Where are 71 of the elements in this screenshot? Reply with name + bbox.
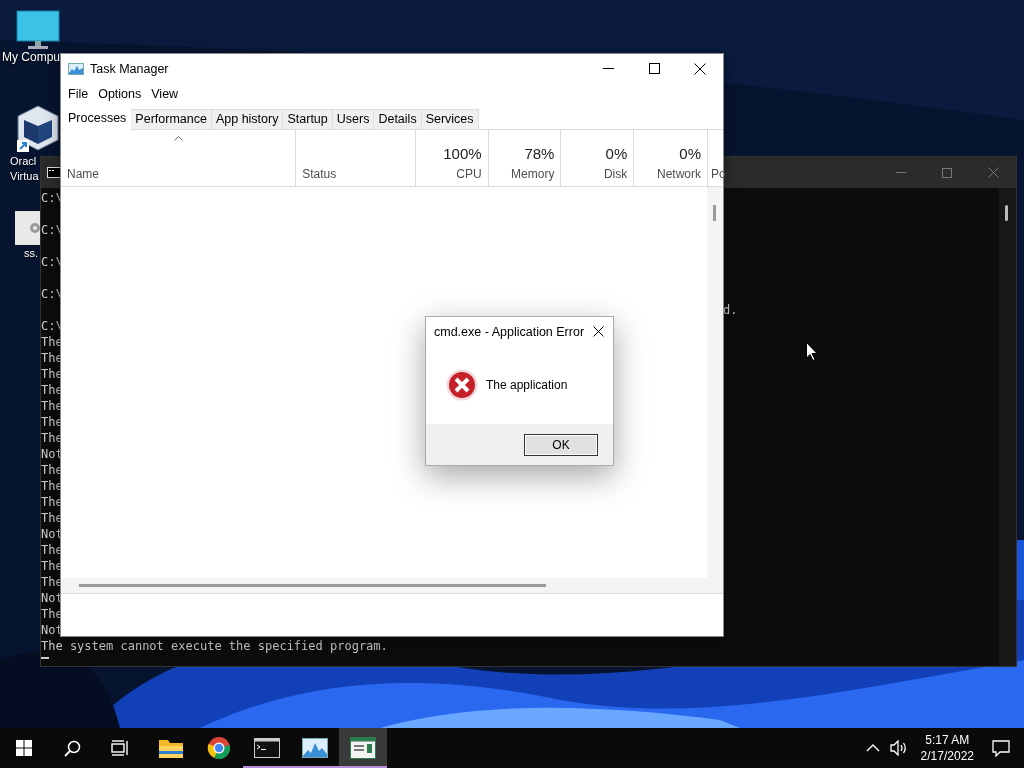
time-text: 5:17 AM [925, 732, 970, 748]
dialog-title: cmd.exe - Application Error [434, 324, 585, 339]
clock[interactable]: 5:17 AM 2/17/2022 [912, 732, 982, 764]
usage-percent: 78% [524, 145, 555, 162]
chevron-up-icon [865, 744, 880, 752]
scrollbar-thumb[interactable] [713, 205, 716, 221]
menu-item[interactable]: Options [93, 87, 147, 101]
minimize-icon [896, 172, 906, 173]
terminal-icon [254, 738, 280, 758]
tab[interactable]: App history [210, 109, 284, 129]
tab[interactable]: Services [420, 109, 479, 129]
desktop-icon-label[interactable]: My Compu [2, 50, 60, 65]
column-label: CPU [456, 167, 482, 181]
error-message: The application [486, 378, 568, 392]
window-icon [350, 737, 376, 759]
column-header[interactable]: Status [295, 130, 415, 186]
menu-item[interactable]: File [63, 87, 94, 101]
close-icon [987, 167, 999, 178]
scrollbar[interactable] [999, 188, 1016, 666]
speech-bubble-icon [992, 739, 1010, 757]
tab[interactable]: Users [331, 109, 375, 129]
desktop-icon-label[interactable]: ss. [24, 246, 39, 261]
menu-item[interactable]: View [146, 87, 184, 101]
console-line: d. [723, 302, 738, 319]
folder-icon [158, 737, 184, 759]
column-header[interactable]: Name [61, 130, 296, 186]
close-icon [593, 326, 605, 337]
taskbar-app[interactable] [339, 728, 387, 768]
column-label: Disk [603, 167, 628, 181]
gear-document-icon [15, 210, 40, 246]
search-icon [63, 739, 81, 757]
desktop-icon-label[interactable]: Virtua [10, 169, 39, 184]
column-header[interactable]: 0% Disk [560, 130, 634, 186]
task-view-icon [111, 740, 129, 756]
mouse-pointer-icon [806, 342, 818, 361]
scrollbar[interactable] [707, 187, 723, 593]
text-cursor [41, 657, 49, 659]
monitor-icon [16, 10, 60, 50]
usage-percent: 0% [679, 145, 701, 162]
maximize-icon [942, 167, 952, 178]
tab[interactable]: Details [373, 109, 422, 129]
column-label: Name [67, 167, 100, 181]
minimize-icon [602, 68, 614, 69]
performance-graph-icon [302, 738, 328, 758]
column-label: Memory [511, 167, 555, 181]
scrollbar[interactable] [61, 578, 707, 593]
error-icon [446, 369, 478, 401]
column-header[interactable]: 0% Network [633, 130, 707, 186]
performance-graph-icon [68, 62, 84, 75]
sort-caret-icon [174, 136, 184, 141]
scrollbar-thumb[interactable] [79, 584, 546, 587]
speaker-icon [889, 740, 908, 756]
column-label: Network [657, 167, 701, 181]
tab[interactable]: Startup [282, 109, 333, 129]
column-label: Status [302, 167, 338, 181]
usage-percent: 0% [605, 145, 628, 162]
usage-percent: 100% [443, 145, 482, 162]
tab[interactable]: Processes [63, 108, 132, 130]
window-title: Task Manager [90, 61, 169, 76]
browser-icon [207, 736, 231, 760]
close-icon [694, 62, 706, 75]
column-header[interactable]: 78% Memory [487, 130, 561, 186]
column-header[interactable]: 100% CPU [414, 130, 488, 186]
tab[interactable]: Performance [130, 109, 212, 129]
windows-logo-icon [16, 740, 32, 756]
ok-button[interactable]: OK [524, 433, 598, 456]
date-text: 2/17/2022 [920, 748, 974, 764]
maximize-icon [648, 63, 660, 74]
console-line: The system cannot execute the specified program. [41, 638, 388, 654]
scrollbar-thumb[interactable] [1005, 205, 1008, 221]
desktop-icon-label[interactable]: Oracl [10, 154, 37, 169]
